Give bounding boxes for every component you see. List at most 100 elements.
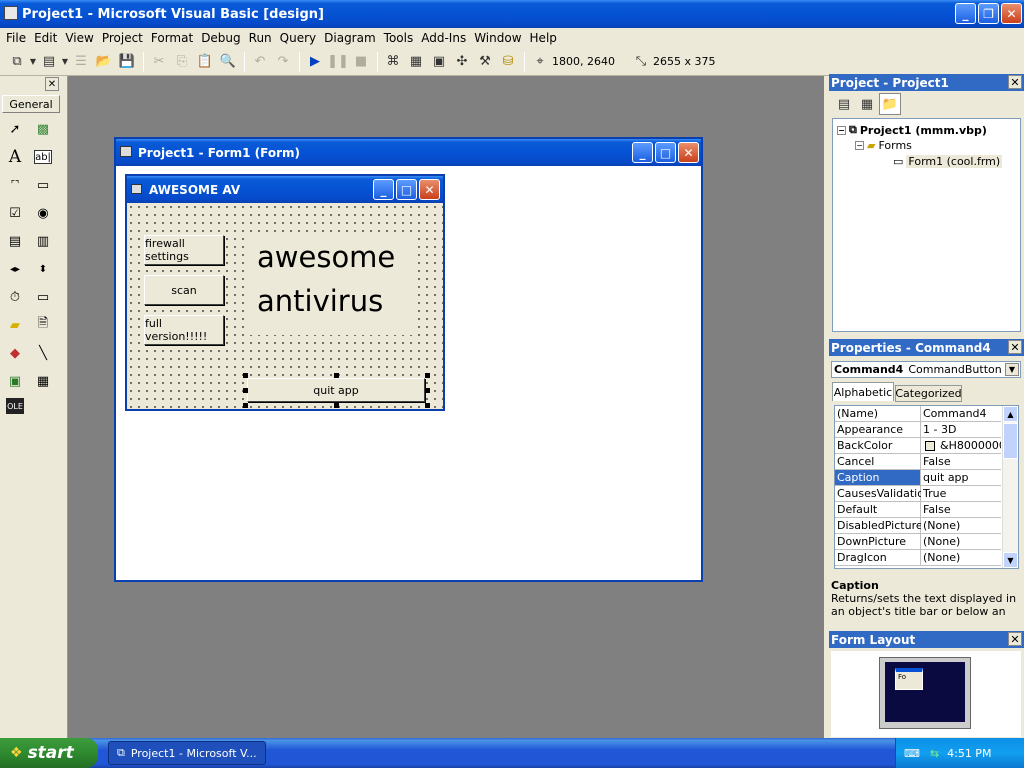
properties-window-icon[interactable]: ▦ xyxy=(405,51,427,73)
menu-item-addins[interactable]: Add-Ins xyxy=(417,31,470,45)
resize-handle[interactable] xyxy=(425,388,430,393)
tree-item-form1[interactable]: ▭ Form1 (cool.frm) xyxy=(893,155,1003,168)
label-tool-icon[interactable]: A xyxy=(4,146,26,168)
object-selector[interactable]: Command4 CommandButton ▼ xyxy=(831,361,1021,378)
taskbar-item-vb[interactable]: ⧉ Project1 - Microsoft V... xyxy=(108,741,266,765)
picturebox-tool-icon[interactable]: ▩ xyxy=(32,118,54,140)
resize-handle[interactable] xyxy=(334,403,339,408)
form-designer-window[interactable]: Project1 - Form1 (Form) _ □ ✕ AWESOME AV… xyxy=(114,137,703,582)
design-form-canvas[interactable]: firewall settings scan full version!!!!!… xyxy=(127,203,443,409)
shape-tool-icon[interactable]: ◆ xyxy=(4,342,26,364)
project-explorer-title-bar[interactable]: Project - Project1 ✕ xyxy=(829,74,1024,91)
collapse-icon[interactable]: − xyxy=(837,125,846,135)
tree-item-forms[interactable]: − ▰ Forms xyxy=(855,139,912,152)
scan-button[interactable]: scan xyxy=(144,275,224,305)
resize-handle[interactable] xyxy=(243,388,248,393)
mini-form[interactable]: Fo xyxy=(895,668,923,690)
project-explorer-close-icon[interactable]: ✕ xyxy=(1008,75,1022,89)
redo-icon[interactable]: ↷ xyxy=(272,51,294,73)
start-button[interactable]: ❖ start xyxy=(0,738,98,768)
vscrollbar-tool-icon[interactable]: ⬍ xyxy=(32,258,54,280)
design-form-close-icon[interactable]: ✕ xyxy=(419,179,440,200)
restore-icon[interactable]: ❐ xyxy=(978,3,999,24)
form-window-minimize-icon[interactable]: _ xyxy=(632,142,653,163)
drivelistbox-tool-icon[interactable]: ▭ xyxy=(32,286,54,308)
project-explorer-icon[interactable]: ⌘ xyxy=(382,51,404,73)
find-icon[interactable]: 🔍 xyxy=(217,51,239,73)
add-form-icon[interactable]: ▤ xyxy=(38,51,60,73)
form-window-close-icon[interactable]: ✕ xyxy=(678,142,699,163)
property-row[interactable]: BackColor&H8000000F xyxy=(835,438,1001,454)
property-value[interactable]: (None) xyxy=(921,518,1001,533)
property-row[interactable]: DragIcon (None) xyxy=(835,550,1001,566)
optionbutton-tool-icon[interactable]: ◉ xyxy=(32,202,54,224)
scroll-thumb[interactable] xyxy=(1003,423,1018,459)
filelistbox-tool-icon[interactable]: 🗎 xyxy=(32,314,54,336)
dropdown-arrow-icon[interactable]: ▼ xyxy=(61,51,69,73)
toggle-folders-icon[interactable]: 📁 xyxy=(879,93,901,115)
property-value[interactable]: (None) xyxy=(921,550,1001,565)
menu-editor-icon[interactable]: ☰ xyxy=(70,51,92,73)
minimize-icon[interactable]: _ xyxy=(955,3,976,24)
textbox-tool-icon[interactable]: ab| xyxy=(34,150,52,164)
clock[interactable]: 4:51 PM xyxy=(947,747,991,760)
property-value[interactable]: False xyxy=(921,502,1001,517)
property-value[interactable]: &H8000000F xyxy=(921,438,1001,453)
add-project-icon[interactable]: ⧉ xyxy=(6,51,28,73)
run-icon[interactable]: ▶ xyxy=(304,51,326,73)
resize-handle[interactable] xyxy=(243,403,248,408)
menu-item-query[interactable]: Query xyxy=(276,31,320,45)
keyboard-icon[interactable]: ⌨ xyxy=(904,747,920,760)
property-row[interactable]: Caption quit app xyxy=(835,470,1001,486)
design-form-maximize-icon[interactable]: □ xyxy=(396,179,417,200)
property-scrollbar[interactable]: ▲ ▼ xyxy=(1002,406,1018,568)
main-title-bar[interactable]: Project1 - Microsoft Visual Basic [desig… xyxy=(0,0,1024,28)
property-row[interactable]: Cancel False xyxy=(835,454,1001,470)
stop-icon[interactable]: ■ xyxy=(350,51,372,73)
network-icon[interactable]: ⇆ xyxy=(930,747,939,760)
menu-item-format[interactable]: Format xyxy=(147,31,197,45)
properties-close-icon[interactable]: ✕ xyxy=(1008,340,1022,354)
menu-item-edit[interactable]: Edit xyxy=(30,31,61,45)
pointer-tool-icon[interactable]: ➚ xyxy=(4,118,26,140)
data-view-icon[interactable]: ⛁ xyxy=(497,51,519,73)
chevron-down-icon[interactable]: ▼ xyxy=(1005,363,1019,376)
menu-item-help[interactable]: Help xyxy=(526,31,561,45)
toolbox-close-icon[interactable]: ✕ xyxy=(45,77,59,91)
form-layout-title-bar[interactable]: Form Layout ✕ xyxy=(829,631,1024,648)
quit-app-button[interactable]: quit app xyxy=(247,378,425,402)
property-value[interactable]: Command4 xyxy=(921,406,1001,421)
dropdown-arrow-icon[interactable]: ▼ xyxy=(29,51,37,73)
property-value[interactable]: 1 - 3D xyxy=(921,422,1001,437)
data-tool-icon[interactable]: ▦ xyxy=(32,370,54,392)
toolbox-tab-general[interactable]: General xyxy=(2,95,60,113)
dirlistbox-tool-icon[interactable]: ▰ xyxy=(4,314,26,336)
image-tool-icon[interactable]: ▣ xyxy=(4,370,26,392)
property-value[interactable]: True xyxy=(921,486,1001,501)
menu-item-project[interactable]: Project xyxy=(98,31,147,45)
pause-icon[interactable]: ❚❚ xyxy=(327,51,349,73)
design-form-title-bar[interactable]: AWESOME AV _ □ ✕ xyxy=(127,176,443,203)
tab-categorized[interactable]: Categorized xyxy=(895,385,962,402)
form-window-maximize-icon[interactable]: □ xyxy=(655,142,676,163)
checkbox-tool-icon[interactable]: ☑ xyxy=(4,202,26,224)
save-icon[interactable]: 💾 xyxy=(116,51,138,73)
view-object-icon[interactable]: ▦ xyxy=(856,93,878,115)
menu-item-file[interactable]: File xyxy=(2,31,30,45)
line-tool-icon[interactable]: ╲ xyxy=(32,342,54,364)
design-form[interactable]: AWESOME AV _ □ ✕ firewall settings scan … xyxy=(125,174,445,411)
menu-item-window[interactable]: Window xyxy=(470,31,525,45)
design-form-minimize-icon[interactable]: _ xyxy=(373,179,394,200)
resize-handle[interactable] xyxy=(425,373,430,378)
menu-item-view[interactable]: View xyxy=(61,31,97,45)
commandbutton-tool-icon[interactable]: ▭ xyxy=(32,174,54,196)
open-project-icon[interactable]: 📂 xyxy=(93,51,115,73)
property-value[interactable]: quit app xyxy=(921,470,1001,485)
ole-tool-icon[interactable]: OLE xyxy=(6,398,24,414)
object-browser-icon[interactable]: ✣ xyxy=(451,51,473,73)
frame-tool-icon[interactable]: ⌜⌝ xyxy=(4,174,26,196)
menu-item-tools[interactable]: Tools xyxy=(380,31,418,45)
menu-item-diagram[interactable]: Diagram xyxy=(320,31,380,45)
copy-icon[interactable]: ⎘ xyxy=(171,51,193,73)
paste-icon[interactable]: 📋 xyxy=(194,51,216,73)
